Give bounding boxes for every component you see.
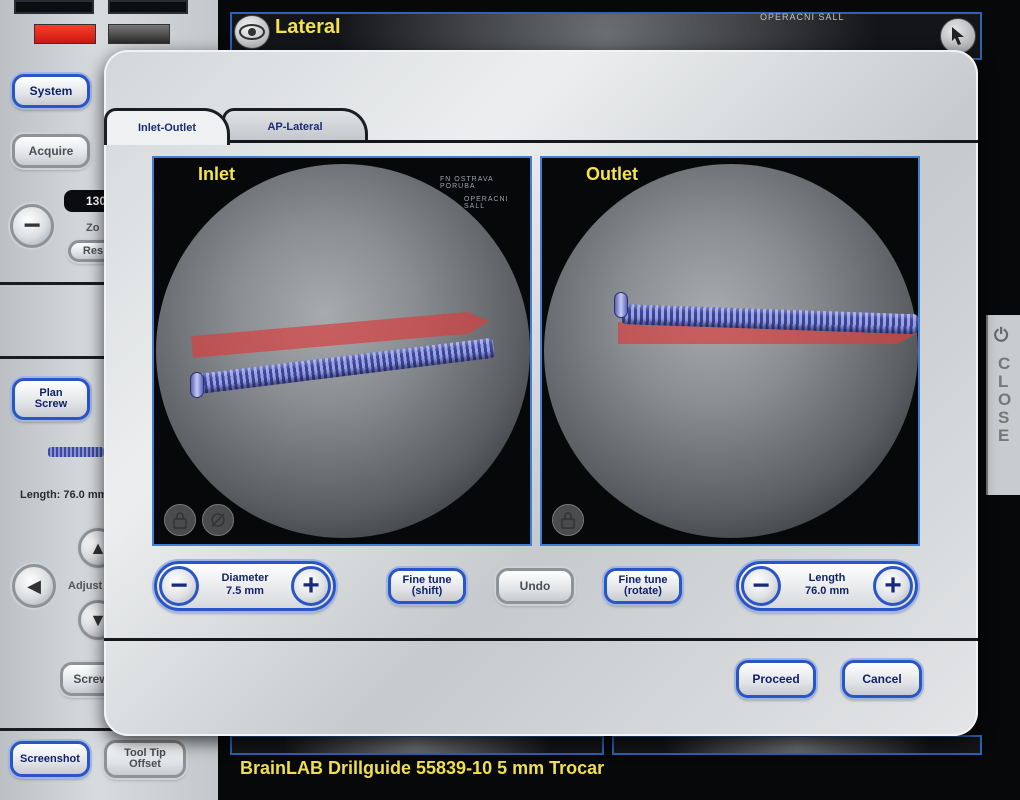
visibility-toggle-icon[interactable] — [202, 504, 234, 536]
undo-button[interactable]: Undo — [496, 568, 574, 604]
pointer-icon[interactable] — [940, 18, 976, 54]
tool-name-footer: BrainLAB Drillguide 55839-10 5 mm Trocar — [240, 758, 605, 778]
fine-tune-rotate-button[interactable]: Fine tune (rotate) — [604, 568, 682, 604]
plan-screw-button[interactable]: Plan Screw — [12, 378, 90, 420]
diameter-title: Diameter — [221, 572, 269, 584]
tool-tip-offset-button[interactable]: Tool Tip Offset — [104, 740, 186, 778]
diameter-decrease-button[interactable]: − — [159, 566, 199, 606]
diameter-increase-button[interactable]: + — [291, 566, 331, 606]
proceed-button[interactable]: Proceed — [736, 660, 816, 698]
outlet-xray-image — [544, 164, 918, 538]
screw-planning-dialog: Inlet-Outlet AP-Lateral Inlet FN OSTRAVA… — [104, 50, 978, 736]
screenshot-button[interactable]: Screenshot — [10, 741, 90, 777]
eye-icon[interactable] — [234, 15, 270, 49]
inlet-title: Inlet — [198, 164, 236, 184]
footer-divider — [104, 638, 978, 641]
close-panel[interactable]: ⏻ CLOSE — [986, 315, 1020, 495]
inlet-screw-head — [190, 372, 204, 398]
inlet-meta-1: FN OSTRAVA PORUBA — [440, 176, 494, 190]
bottom-viewport-left — [230, 735, 604, 755]
outlet-view[interactable]: Outlet — [540, 156, 920, 546]
adjust-left-button[interactable]: ◀ — [12, 564, 56, 608]
outlet-lock-icon[interactable] — [552, 504, 584, 536]
acquire-button[interactable]: Acquire — [12, 134, 90, 168]
length-title: Length — [808, 572, 846, 584]
diameter-value: 7.5 mm — [226, 585, 264, 597]
zoom-label: Zo — [86, 222, 100, 234]
bottom-viewport-right — [612, 735, 982, 755]
fine-tune-shift-button[interactable]: Fine tune (shift) — [388, 568, 466, 604]
lock-icon[interactable] — [164, 504, 196, 536]
inlet-view[interactable]: Inlet FN OSTRAVA PORUBA OPERACNI SALL — [152, 156, 532, 546]
length-readout: Length: 76.0 mm — [20, 489, 108, 501]
tab-underline — [104, 140, 978, 143]
status-swatch-red — [34, 24, 96, 44]
outlet-screw-head — [614, 292, 628, 318]
tab-inlet-outlet[interactable]: Inlet-Outlet — [104, 108, 230, 145]
zoom-out-button[interactable]: − — [10, 204, 54, 248]
system-button[interactable]: System — [12, 74, 90, 108]
length-value: 76.0 mm — [804, 585, 850, 597]
top-indicator-1 — [14, 0, 94, 14]
top-indicator-2 — [108, 0, 188, 14]
length-label: Length 76.0 mm — [787, 572, 867, 598]
length-decrease-button[interactable]: − — [741, 566, 781, 606]
inlet-meta-2: OPERACNI SALL — [464, 196, 509, 210]
viewport-title: Lateral — [275, 16, 341, 38]
close-label: CLOSE — [998, 354, 1012, 445]
adjust-label: Adjust — [68, 580, 103, 592]
tab-ap-lateral[interactable]: AP-Lateral — [222, 108, 368, 142]
diameter-label: Diameter 7.5 mm — [205, 572, 285, 598]
viewport-overlay-text: OPERACNI SALL — [760, 12, 845, 22]
diameter-stepper[interactable]: − Diameter 7.5 mm + — [154, 561, 336, 611]
outlet-title: Outlet — [586, 164, 638, 184]
cancel-button[interactable]: Cancel — [842, 660, 922, 698]
length-stepper[interactable]: − Length 76.0 mm + — [736, 561, 918, 611]
length-increase-button[interactable]: + — [873, 566, 913, 606]
power-icon: ⏻ — [994, 325, 1009, 345]
screw-thumbnail — [48, 447, 104, 457]
status-swatch-grey — [108, 24, 170, 44]
